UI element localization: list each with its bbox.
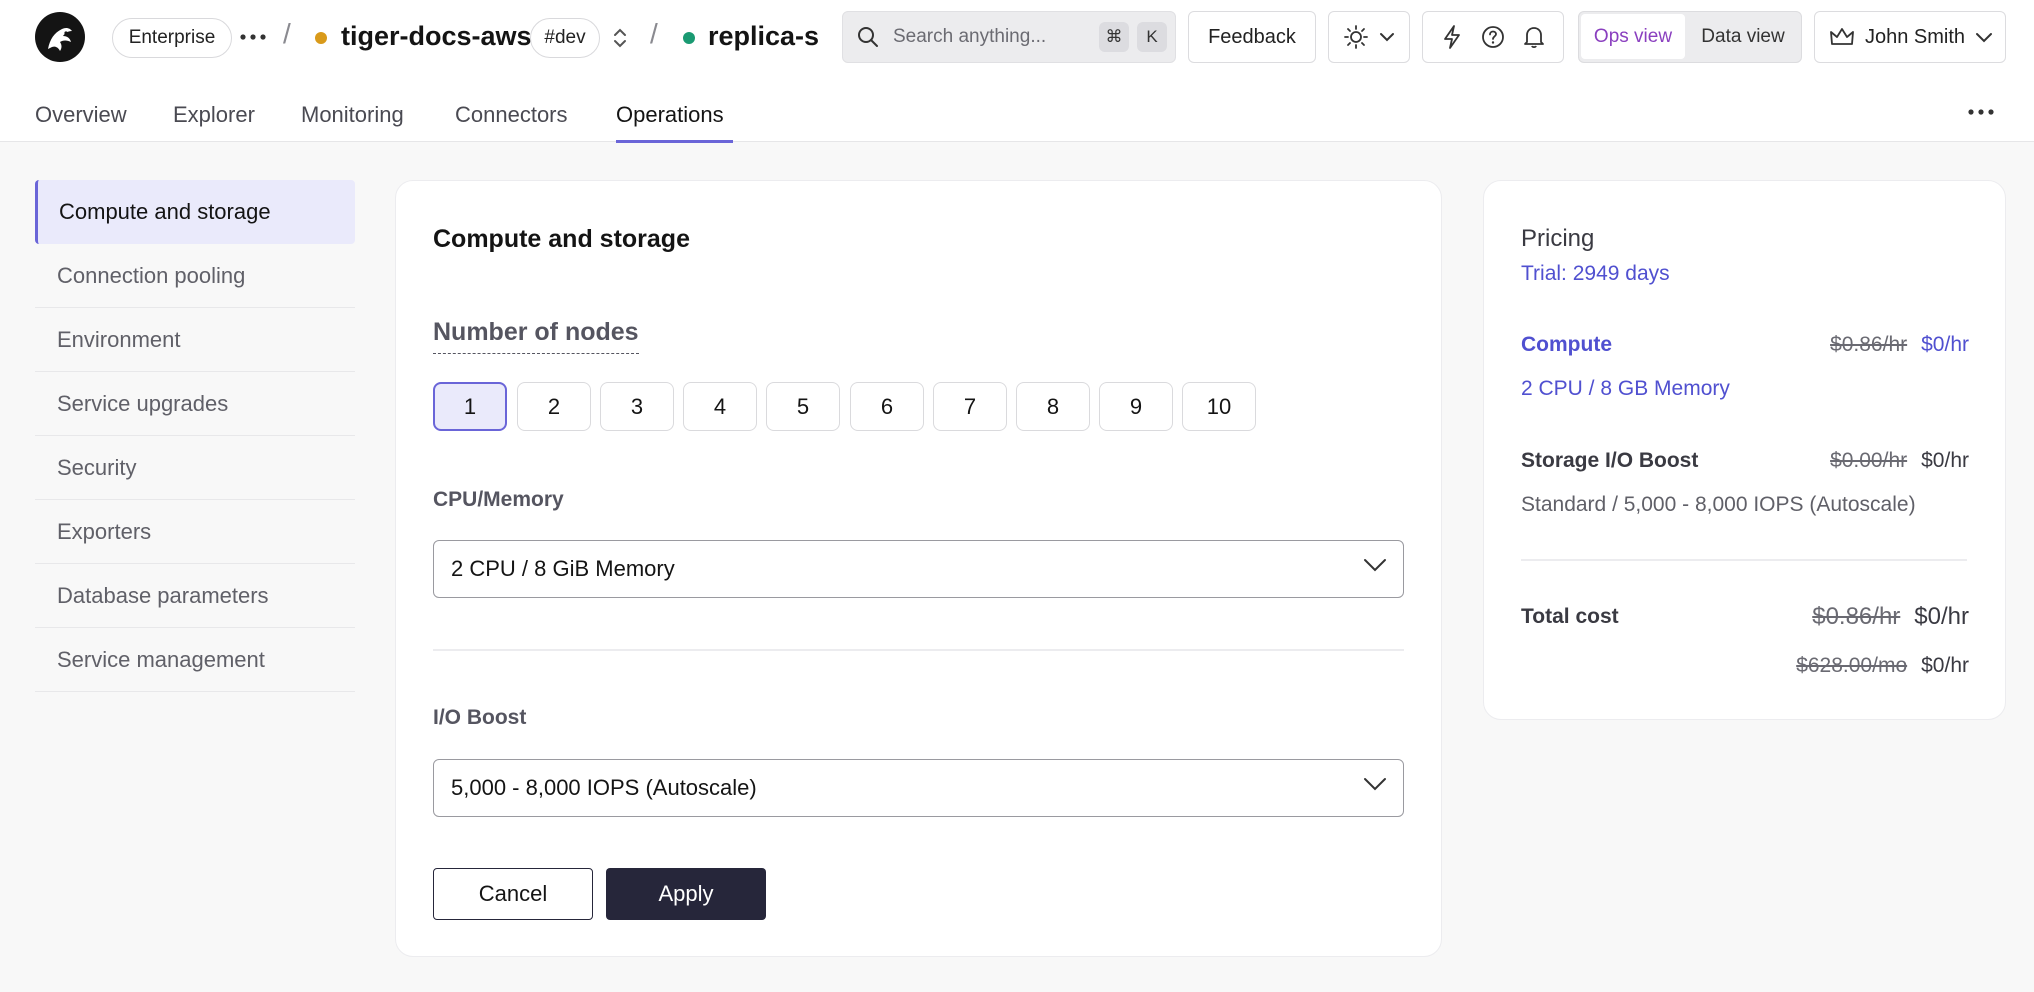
node-option-6[interactable]: 6	[850, 382, 924, 431]
total-new-hourly: $0/hr	[1914, 603, 1969, 630]
tab-overview[interactable]: Overview	[35, 102, 127, 128]
node-option-7[interactable]: 7	[933, 382, 1007, 431]
storage-new-price: $0/hr	[1921, 449, 1969, 472]
storage-label: Storage I/O Boost	[1521, 449, 1699, 472]
section-divider	[433, 649, 1404, 651]
total-old-monthly: $628.00/mo	[1796, 654, 1908, 677]
project-status-dot	[315, 32, 327, 44]
storage-old-price: $0.00/hr	[1830, 449, 1908, 472]
chevron-down-icon	[1976, 33, 1992, 43]
more-horizontal-icon[interactable]	[1968, 109, 1994, 115]
feedback-button[interactable]: Feedback	[1188, 11, 1316, 63]
main-nav-tabs: Overview Explorer Monitoring Connectors …	[0, 76, 2034, 143]
node-option-10[interactable]: 10	[1182, 382, 1256, 431]
active-tab-indicator	[616, 140, 733, 143]
node-option-1[interactable]: 1	[433, 382, 507, 431]
service-status-dot	[683, 32, 695, 44]
breadcrumb-separator: /	[650, 18, 658, 49]
chevron-up-down-icon[interactable]	[612, 26, 628, 50]
storage-price: $0.00/hr $0/hr	[1830, 449, 1969, 473]
chevron-down-icon	[1364, 559, 1386, 572]
top-bar: Enterprise / tiger-docs-aws #dev / repli…	[0, 0, 2034, 76]
chevron-down-icon	[1364, 778, 1386, 791]
cpu-memory-label: CPU/Memory	[433, 488, 564, 511]
cpu-memory-value: 2 CPU / 8 GiB Memory	[451, 556, 675, 581]
io-boost-label: I/O Boost	[433, 706, 527, 729]
plan-badge[interactable]: Enterprise	[112, 18, 232, 58]
cancel-button[interactable]: Cancel	[433, 868, 593, 920]
view-switch: Ops view Data view	[1578, 11, 1802, 63]
total-monthly-price: $628.00/mo $0/hr	[1796, 654, 1969, 678]
total-old-hourly: $0.86/hr	[1812, 603, 1901, 630]
node-option-8[interactable]: 8	[1016, 382, 1090, 431]
apply-button[interactable]: Apply	[606, 868, 766, 920]
sidebar-item-service-upgrades[interactable]: Service upgrades	[35, 372, 355, 436]
bell-icon[interactable]	[1522, 24, 1546, 50]
compute-label: Compute	[1521, 333, 1612, 356]
toolbar-icon-group	[1422, 11, 1564, 63]
tab-operations[interactable]: Operations	[616, 102, 724, 128]
lightning-icon[interactable]	[1440, 24, 1464, 50]
ops-view-button[interactable]: Ops view	[1581, 14, 1685, 59]
node-option-2[interactable]: 2	[517, 382, 591, 431]
sidebar-item-service-management[interactable]: Service management	[35, 628, 355, 692]
pricing-title: Pricing	[1521, 225, 1595, 252]
node-option-5[interactable]: 5	[766, 382, 840, 431]
tiger-logo-icon[interactable]	[34, 11, 86, 63]
cpu-memory-select[interactable]: 2 CPU / 8 GiB Memory	[433, 540, 1404, 598]
sidebar-item-environment[interactable]: Environment	[35, 308, 355, 372]
data-view-button[interactable]: Data view	[1687, 14, 1799, 59]
io-boost-select[interactable]: 5,000 - 8,000 IOPS (Autoscale)	[433, 759, 1404, 817]
compute-price: $0.86/hr $0/hr	[1830, 333, 1969, 357]
storage-description: Standard / 5,000 - 8,000 IOPS (Autoscale…	[1521, 493, 1916, 516]
tab-monitoring[interactable]: Monitoring	[301, 102, 404, 128]
trial-days: Trial: 2949 days	[1521, 262, 1670, 285]
total-new-monthly: $0/hr	[1921, 654, 1969, 677]
crown-icon	[1830, 28, 1854, 45]
help-icon[interactable]	[1481, 25, 1505, 49]
sidebar-item-exporters[interactable]: Exporters	[35, 500, 355, 564]
sun-icon	[1344, 25, 1368, 49]
more-horizontal-icon[interactable]	[240, 34, 266, 40]
sidebar-item-compute-and-storage[interactable]: Compute and storage	[35, 180, 355, 244]
sidebar-item-connection-pooling[interactable]: Connection pooling	[35, 244, 355, 308]
pricing-divider	[1521, 559, 1967, 561]
compute-new-price: $0/hr	[1921, 333, 1969, 356]
nodes-label[interactable]: Number of nodes	[433, 318, 639, 354]
search-icon	[858, 27, 878, 47]
node-option-3[interactable]: 3	[600, 382, 674, 431]
service-name[interactable]: replica-se	[708, 21, 818, 52]
node-option-9[interactable]: 9	[1099, 382, 1173, 431]
total-cost-label: Total cost	[1521, 605, 1619, 628]
shortcut-key-cmd: ⌘	[1099, 22, 1129, 52]
breadcrumb-separator: /	[283, 18, 291, 49]
search-placeholder: Search anything...	[893, 26, 1047, 47]
sidebar-item-database-parameters[interactable]: Database parameters	[35, 564, 355, 628]
compute-old-price: $0.86/hr	[1830, 333, 1908, 356]
io-boost-value: 5,000 - 8,000 IOPS (Autoscale)	[451, 775, 757, 800]
user-menu-button[interactable]: John Smith	[1814, 11, 2006, 63]
theme-toggle-button[interactable]	[1328, 11, 1410, 63]
project-name[interactable]: tiger-docs-aws	[341, 21, 532, 52]
shortcut-key-k: K	[1137, 22, 1167, 52]
sidebar-item-security[interactable]: Security	[35, 436, 355, 500]
section-title: Compute and storage	[433, 225, 690, 253]
node-option-4[interactable]: 4	[683, 382, 757, 431]
tab-explorer[interactable]: Explorer	[173, 102, 255, 128]
tab-connectors[interactable]: Connectors	[455, 102, 568, 128]
compute-description: 2 CPU / 8 GB Memory	[1521, 377, 1730, 400]
chevron-down-icon	[1380, 33, 1394, 42]
total-hourly-price: $0.86/hr $0/hr	[1812, 603, 1969, 631]
search-input[interactable]: Search anything... ⌘ K	[842, 11, 1176, 63]
project-tag[interactable]: #dev	[530, 18, 600, 58]
user-name: John Smith	[1865, 25, 1966, 48]
